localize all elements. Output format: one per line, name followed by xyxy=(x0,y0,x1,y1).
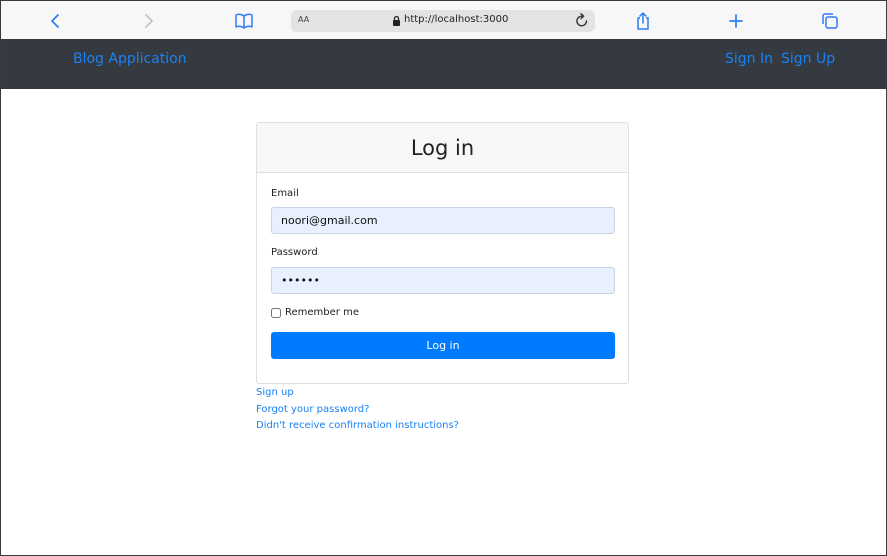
reader-button[interactable] xyxy=(232,9,256,33)
card-header: Log in xyxy=(257,123,628,173)
nav-sign-up-link[interactable]: Sign Up xyxy=(781,51,835,67)
back-button[interactable] xyxy=(43,9,67,33)
reload-icon[interactable] xyxy=(575,13,589,28)
password-field[interactable] xyxy=(271,267,615,294)
forward-button[interactable] xyxy=(137,9,161,33)
plus-icon xyxy=(729,14,743,28)
remember-me[interactable]: Remember me xyxy=(271,307,359,318)
navbar: Blog Application Sign In Sign Up xyxy=(1,39,886,89)
share-button[interactable] xyxy=(631,9,655,33)
page-title: Log in xyxy=(410,135,475,160)
book-icon xyxy=(235,13,253,29)
auth-links: Sign up Forgot your password? Didn't rec… xyxy=(256,385,459,435)
url-text: http://localhost:3000 xyxy=(404,14,509,25)
remember-me-checkbox[interactable] xyxy=(271,307,281,318)
forgot-password-link[interactable]: Forgot your password? xyxy=(256,402,459,419)
tabs-overview-button[interactable] xyxy=(818,9,842,33)
sign-up-link[interactable]: Sign up xyxy=(256,385,459,402)
text-size-button[interactable]: AA xyxy=(298,15,309,24)
password-label: Password xyxy=(271,247,318,258)
remember-me-label: Remember me xyxy=(285,307,359,318)
lock-icon xyxy=(393,15,400,26)
new-tab-button[interactable] xyxy=(724,9,748,33)
tabs-icon xyxy=(822,13,838,29)
nav-sign-in-link[interactable]: Sign In xyxy=(725,51,773,67)
brand-link[interactable]: Blog Application xyxy=(73,51,187,67)
confirmation-instructions-link[interactable]: Didn't receive confirmation instructions… xyxy=(256,418,459,435)
email-label: Email xyxy=(271,188,299,199)
log-in-button[interactable]: Log in xyxy=(271,332,615,359)
chevron-right-icon xyxy=(145,14,153,28)
email-field[interactable] xyxy=(271,207,615,234)
chevron-left-icon xyxy=(51,14,59,28)
login-card: Log in Email Password Remember me Log in xyxy=(256,122,629,384)
share-icon xyxy=(637,12,649,30)
address-bar[interactable]: AA http://localhost:3000 xyxy=(291,10,595,32)
browser-toolbar: AA http://localhost:3000 xyxy=(1,1,886,39)
